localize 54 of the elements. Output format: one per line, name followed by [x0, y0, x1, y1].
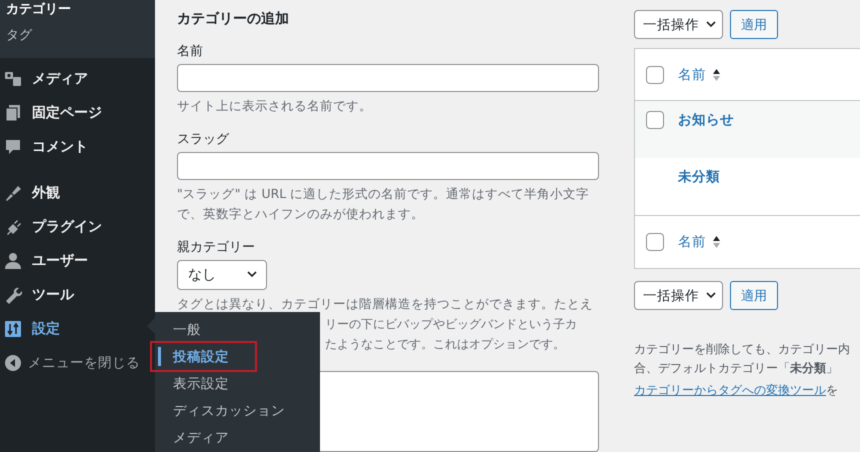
field-label: スラッグ — [177, 130, 230, 148]
note-text: を — [826, 382, 838, 399]
field-hint: タグとは異なり、カテゴリーは階層構造を持つことができます。たとえ — [177, 294, 593, 313]
name-input-field[interactable] — [177, 64, 599, 92]
menu-item[interactable]: コメント — [0, 130, 155, 164]
field-label: 名前 — [177, 43, 204, 60]
checkbox[interactable] — [646, 233, 664, 251]
apply-button[interactable]: 適用 — [730, 10, 778, 39]
note-text: カテゴリーを削除しても、カテゴリー内 — [634, 341, 851, 358]
menu-item[interactable]: ツール — [0, 278, 155, 312]
column-header-link[interactable]: 名前 — [678, 66, 721, 84]
user-icon — [4, 252, 22, 270]
category-name-link[interactable]: お知らせ — [678, 111, 734, 129]
menu-item[interactable]: ユーザー — [0, 244, 155, 278]
bulk-action-select[interactable]: 一括操作 — [634, 10, 723, 39]
menu-item[interactable]: 外観 — [0, 176, 155, 210]
field-label: 親カテゴリー — [177, 238, 256, 256]
slug-input-field[interactable] — [177, 152, 599, 180]
menu-item[interactable]: プラグイン — [0, 210, 155, 244]
field-hint: たようなことです。これはオプションです。 — [325, 336, 565, 353]
menu-item[interactable]: メディア — [0, 62, 155, 96]
flyout-menu-item[interactable]: 投稿設定 — [150, 341, 257, 372]
flyout-menu-item[interactable]: メディア — [155, 424, 229, 451]
wrench-icon — [4, 286, 22, 304]
checkbox[interactable] — [646, 111, 664, 129]
category-name-link[interactable]: 未分類 — [678, 168, 720, 186]
flyout-menu-item[interactable]: ディスカッション — [155, 397, 285, 424]
chevron-down-icon — [246, 271, 258, 278]
checkbox[interactable] — [646, 66, 664, 84]
field-hint: サイト上に表示される名前です。 — [177, 96, 373, 115]
note-text: 合、デフォルトカテゴリー「未分類」 — [634, 360, 839, 377]
converter-link[interactable]: カテゴリーからタグへの変換ツール — [634, 382, 826, 399]
collapse-icon — [4, 354, 22, 372]
apply-button[interactable]: 適用 — [730, 281, 778, 310]
column-header-link[interactable]: 名前 — [678, 233, 721, 251]
flyout-menu-item[interactable]: 表示設定 — [155, 370, 229, 397]
pages-icon — [4, 104, 22, 122]
media-icon — [4, 70, 22, 88]
section-title: カテゴリーの追加 — [177, 10, 290, 28]
paintbrush-icon — [4, 184, 22, 202]
chevron-down-icon — [706, 292, 716, 299]
flyout-menu-item[interactable]: 一般 — [155, 316, 201, 343]
menu-item[interactable]: 固定ページ — [0, 96, 155, 130]
field-hint: リーの下にビバップやビッグバンドという子カ — [325, 316, 577, 333]
parent-category-select[interactable]: なし — [177, 260, 267, 290]
chevron-down-icon — [706, 21, 716, 28]
comment-icon — [4, 138, 22, 156]
field-hint: "スラッグ" は URL に適した形式の名前です。通常はすべて半角小文字で、英数字とハイフンのみが使われます。 — [177, 184, 590, 223]
bulk-action-select[interactable]: 一括操作 — [634, 281, 723, 310]
settings-icon — [4, 320, 22, 338]
submenu-item[interactable]: タグ — [0, 22, 155, 48]
sort-icon — [712, 235, 721, 249]
submenu-item[interactable]: カテゴリー — [0, 0, 155, 22]
sort-icon — [712, 68, 721, 82]
